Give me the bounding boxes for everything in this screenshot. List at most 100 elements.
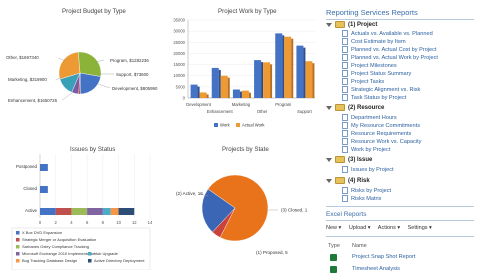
legend-swatch xyxy=(214,123,218,127)
x-tick-label: Program xyxy=(275,102,292,107)
x-tick-label: 12 xyxy=(132,220,137,225)
legend-label: Sarbanes Oxley Compliance Tracking xyxy=(22,244,89,249)
bar xyxy=(305,61,313,98)
report-link[interactable]: Project Tasks xyxy=(342,78,384,85)
pie-slice xyxy=(77,51,102,77)
folder-icon xyxy=(335,21,345,28)
legend-swatch xyxy=(16,252,20,256)
report-link[interactable]: Resource Work vs. Capacity xyxy=(342,138,421,145)
x-tick-label: 14 xyxy=(148,220,153,225)
report-icon xyxy=(342,46,348,53)
y-tick-label: 20000 xyxy=(173,51,185,56)
legend-label: Work xyxy=(220,123,231,128)
x-tick-label: 4 xyxy=(70,220,73,225)
actions-menu-button[interactable]: Actions ▾ xyxy=(378,225,400,231)
legend-label: Bug Tracking Database Design xyxy=(22,258,77,263)
bar-depth xyxy=(291,38,294,98)
legend-swatch xyxy=(236,123,240,127)
report-link[interactable]: Planned vs. Actual Cost by Project xyxy=(342,46,437,53)
x-tick-label: Marketing xyxy=(232,102,251,107)
x-tick-label: 6 xyxy=(86,220,89,225)
group-risk[interactable]: (4) Risk xyxy=(326,177,370,184)
leader-line xyxy=(97,83,111,89)
bar-segment xyxy=(40,208,56,215)
bar-depth xyxy=(303,47,306,98)
collapse-icon xyxy=(326,22,332,27)
bar xyxy=(284,36,292,98)
y-tick-label: 15000 xyxy=(173,62,185,67)
report-icon xyxy=(342,195,348,202)
bar-segment xyxy=(87,208,103,215)
report-icon xyxy=(342,30,348,37)
work-bar-chart: 35000 30000 25000 20000 15000 10000 5000 0Devel… xyxy=(173,18,315,128)
bar xyxy=(190,84,198,98)
file-link[interactable]: Timesheet Analysis xyxy=(352,266,400,272)
column-header-type[interactable]: Type xyxy=(328,243,340,249)
folder-icon xyxy=(335,177,345,184)
new-menu-button[interactable]: New ▾ xyxy=(326,225,341,231)
bar-depth xyxy=(239,91,242,98)
report-link[interactable]: Department Hours xyxy=(342,114,397,121)
bar-depth xyxy=(261,62,264,98)
report-icon xyxy=(342,187,348,194)
reporting-services-title: Reporting Services Reports xyxy=(326,8,418,17)
leader-line xyxy=(61,92,73,101)
bar xyxy=(232,89,240,98)
collapse-icon xyxy=(326,105,332,110)
group-project[interactable]: (1) Project xyxy=(326,21,377,28)
file-link[interactable]: Project Snap Shot Report xyxy=(352,254,415,260)
row-label: Active xyxy=(25,208,38,213)
column-header-name[interactable]: Name xyxy=(352,243,367,249)
report-link[interactable]: Issues by Project xyxy=(342,166,394,173)
bar-segment xyxy=(55,208,72,215)
legend-label: Actual Work xyxy=(242,123,265,128)
report-icon xyxy=(342,86,348,93)
bar-depth xyxy=(270,64,273,98)
y-tick-label: 0 xyxy=(183,96,186,101)
collapse-icon xyxy=(326,157,332,162)
report-link[interactable]: Resource Requirements xyxy=(342,130,411,137)
bar-depth xyxy=(312,63,315,98)
y-tick-label: 25000 xyxy=(173,40,185,45)
pie-label: (1) Proposed, 5 xyxy=(256,250,288,255)
report-icon xyxy=(342,138,348,145)
report-link[interactable]: Risks Matrix xyxy=(342,195,381,202)
report-link[interactable]: Planned vs. Actual Work by Project xyxy=(342,54,438,61)
pie-label: Other, $1697340 xyxy=(6,55,39,60)
group-resource[interactable]: (2) Resource xyxy=(326,104,384,111)
report-link[interactable]: Work by Project xyxy=(342,146,390,153)
x-tick-label: 10 xyxy=(116,220,121,225)
x-tick-label: Support xyxy=(297,109,313,114)
settings-menu-button[interactable]: Settings ▾ xyxy=(408,225,432,231)
report-link[interactable]: Cost Estimate by Item xyxy=(342,38,406,45)
upload-menu-button[interactable]: Upload ▾ xyxy=(349,225,371,231)
y-tick-label: 5000 xyxy=(176,84,186,89)
report-link[interactable]: My Resource Commitments xyxy=(342,122,420,129)
report-link[interactable]: Task Status by Project xyxy=(342,94,406,101)
report-icon xyxy=(342,166,348,173)
bar xyxy=(241,90,249,98)
budget-pie-chart: Other, $1697340 Program, $1282236 Support,… xyxy=(6,51,158,103)
excel-reports-title: Excel Reports xyxy=(326,211,367,218)
bar-depth xyxy=(227,77,230,98)
bar-segment xyxy=(102,208,111,215)
report-icon xyxy=(342,94,348,101)
bar xyxy=(275,33,283,98)
row-label: Closed xyxy=(23,186,37,191)
report-link[interactable]: Project Status Summary xyxy=(342,70,411,77)
legend-swatch xyxy=(16,238,20,242)
pie-label: Marketing, $319900 xyxy=(8,77,47,82)
report-link[interactable]: Strategic Alignment vs. Risk xyxy=(342,86,420,93)
bar xyxy=(199,92,207,98)
pie-label: (2) Active, 16 xyxy=(176,191,203,196)
legend-label: Hub Upgrade xyxy=(94,251,119,256)
bar-depth xyxy=(282,35,285,98)
report-link[interactable]: Actuals vs. Available vs. Planned xyxy=(342,30,433,37)
pie-label: Development, $805990 xyxy=(112,86,158,91)
bar-depth xyxy=(218,69,221,98)
report-link[interactable]: Project Milestones xyxy=(342,62,397,69)
group-issue[interactable]: (3) Issue xyxy=(326,156,372,163)
x-tick-label: Other xyxy=(257,109,268,114)
bar xyxy=(263,62,271,98)
report-link[interactable]: Risks by Project xyxy=(342,187,391,194)
